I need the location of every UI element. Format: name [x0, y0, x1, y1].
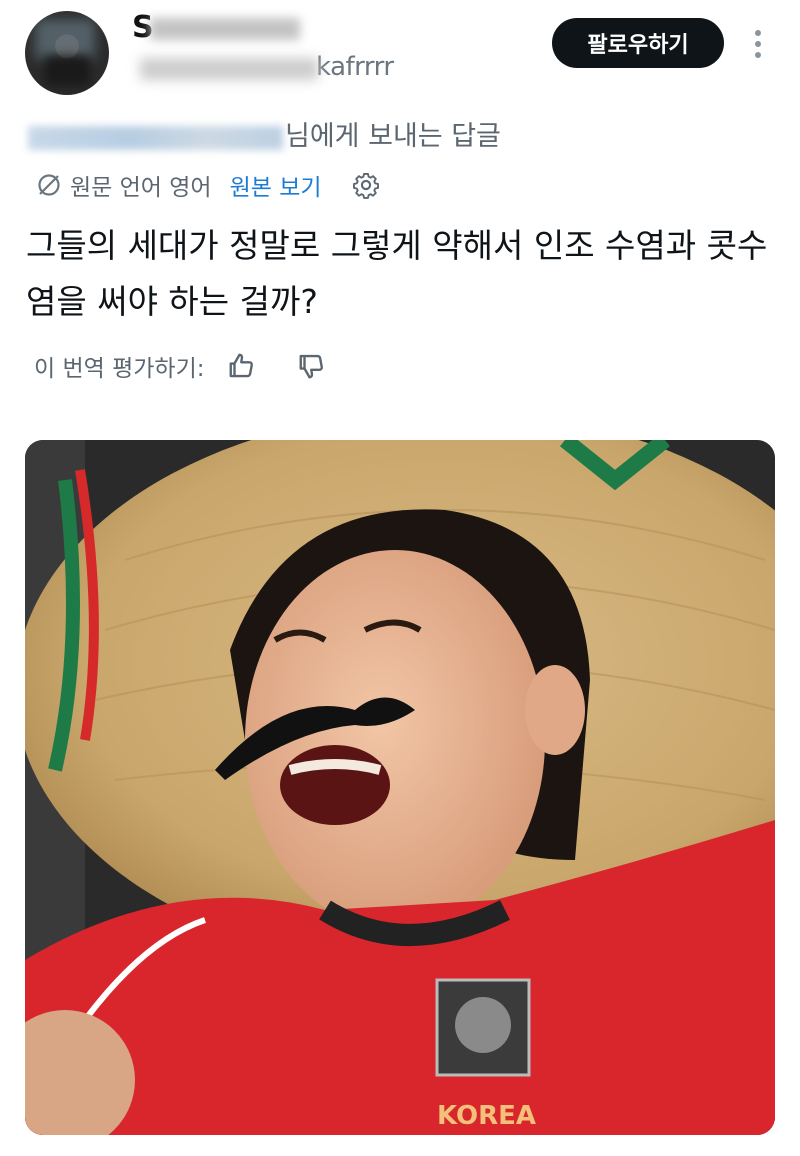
user-handle-text: kafrrrr [316, 52, 394, 82]
translate-slash-icon [38, 174, 60, 196]
avatar[interactable] [25, 11, 109, 95]
rate-label: 이 번역 평가하기: [34, 356, 205, 382]
gear-icon[interactable] [352, 171, 380, 199]
thumbs-down-icon[interactable] [297, 351, 327, 381]
tweet-text: 그들의 세대가 정말로 그렇게 약해서 인조 수염과 콧수염을 써야 하는 걸까… [26, 226, 768, 321]
thumbs-up-icon[interactable] [227, 351, 257, 381]
reply-username-blur[interactable] [28, 125, 283, 150]
jersey-text: KOREA [437, 1101, 536, 1131]
translation-bar: 원문 언어 영어 원본 보기 [36, 168, 380, 202]
reply-suffix: 님에게 보내는 답글 [285, 121, 501, 152]
follow-button[interactable]: 팔로우하기 [552, 18, 724, 68]
user-handle-blur [140, 58, 318, 80]
more-vertical-icon[interactable] [748, 26, 768, 62]
tweet-photo[interactable]: KOREA [25, 440, 775, 1135]
view-original-link[interactable]: 원본 보기 [230, 168, 322, 202]
source-language: 원문 언어 영어 [70, 175, 212, 201]
photo-illustration: KOREA [25, 440, 775, 1135]
rate-translation-row: 이 번역 평가하기: [34, 349, 327, 383]
display-name-blur [150, 18, 300, 40]
reply-to-line: 님에게 보내는 답글 [28, 114, 501, 153]
